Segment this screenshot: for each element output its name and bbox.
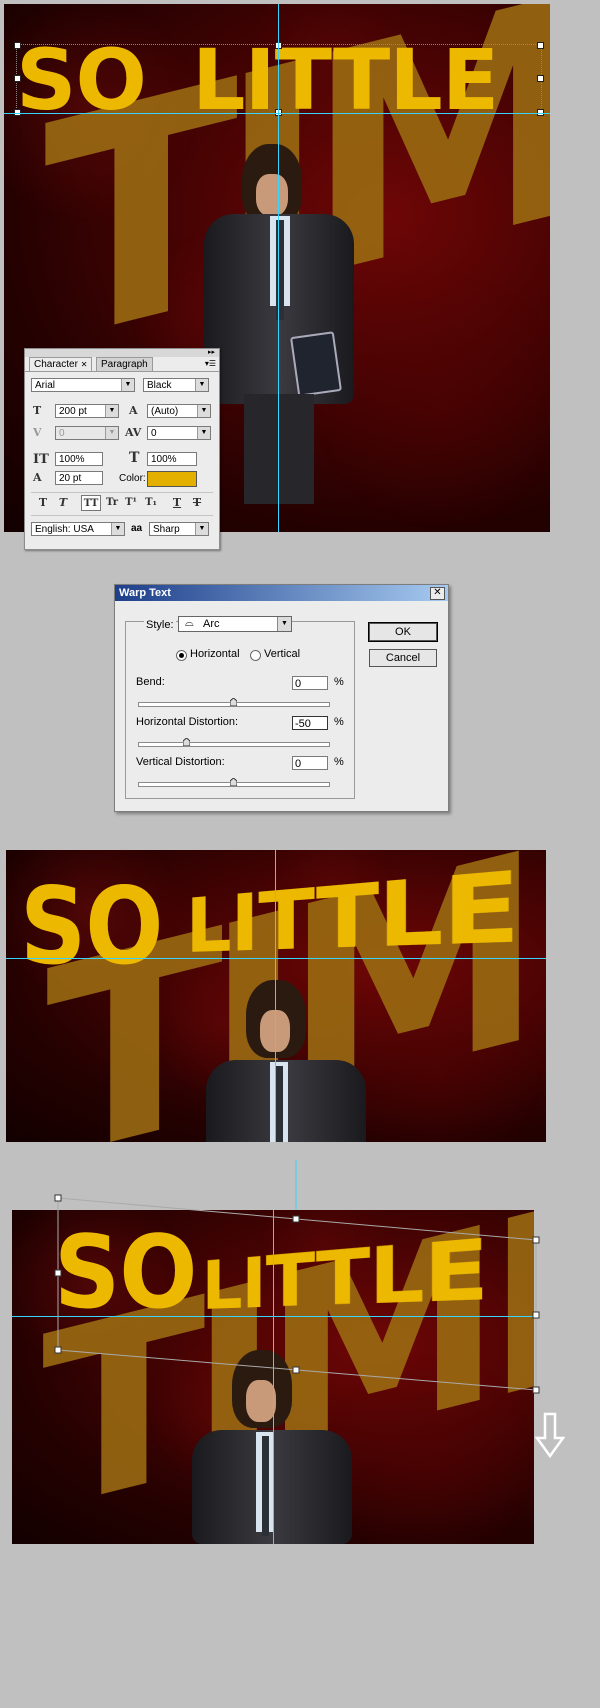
- guide-vertical[interactable]: [275, 850, 276, 1142]
- chevron-down-icon: ▼: [195, 379, 208, 391]
- cancel-button[interactable]: Cancel: [369, 649, 437, 667]
- language-select[interactable]: English: USA ▼: [31, 522, 125, 536]
- faux-bold-button[interactable]: T: [35, 495, 51, 511]
- transform-box[interactable]: [0, 1160, 600, 1420]
- color-swatch[interactable]: [147, 471, 197, 487]
- underline-button[interactable]: T: [169, 495, 185, 511]
- horizontal-label: Horizontal: [190, 648, 240, 660]
- vertical-distortion-field[interactable]: 0: [292, 756, 328, 770]
- chevron-down-icon: ▼: [105, 427, 118, 439]
- tab-character[interactable]: Character ✕: [29, 357, 93, 372]
- bend-label: Bend:: [136, 676, 165, 688]
- guide-horizontal[interactable]: [6, 958, 546, 959]
- antialias-select[interactable]: Sharp ▼: [149, 522, 209, 536]
- warp-options-group: Style: ⌓ Arc ▼ Horizontal Vertical Bend:…: [125, 616, 355, 799]
- chevron-down-icon: ▼: [197, 405, 210, 417]
- superscript-button[interactable]: T¹: [123, 495, 139, 511]
- vertical-scale-icon: IT: [33, 452, 49, 467]
- panel-collapse-icon[interactable]: ▸▸: [208, 349, 215, 357]
- warp-text-dialog: Warp Text ✕ Style: ⌓ Arc ▼ Horizontal Ve…: [114, 584, 449, 812]
- all-caps-button[interactable]: TT: [81, 495, 101, 511]
- arrow-down-cursor-icon: [535, 1412, 565, 1458]
- vertical-label: Vertical: [264, 648, 301, 660]
- leading-field[interactable]: (Auto) ▼: [147, 404, 211, 418]
- vertical-distortion-label: Vertical Distortion:: [136, 756, 225, 768]
- font-size-icon: T: [33, 404, 42, 417]
- horizontal-distortion-field[interactable]: -50: [292, 716, 328, 730]
- arc-icon: ⌓: [185, 617, 194, 629]
- horizontal-distortion-label: Horizontal Distortion:: [136, 716, 239, 728]
- tracking-icon: AV: [125, 426, 142, 439]
- ok-button[interactable]: OK: [368, 622, 438, 642]
- close-icon[interactable]: ✕: [430, 587, 445, 600]
- guide-horizontal[interactable]: [4, 113, 550, 114]
- style-select[interactable]: ⌓ Arc ▼: [178, 616, 292, 632]
- font-size-field[interactable]: 200 pt ▼: [55, 404, 119, 418]
- chevron-down-icon: ▼: [121, 379, 134, 391]
- baseline-shift-field[interactable]: 20 pt: [55, 471, 103, 485]
- horizontal-distortion-slider[interactable]: [138, 738, 330, 747]
- horizontal-scale-field[interactable]: 100%: [147, 452, 197, 466]
- font-family-select[interactable]: Arial ▼: [31, 378, 135, 392]
- antialias-icon: aa: [131, 523, 143, 534]
- headline-so: SO: [20, 865, 163, 989]
- bend-field[interactable]: 0: [292, 676, 328, 690]
- bend-slider[interactable]: [138, 698, 330, 707]
- vertical-radio[interactable]: [250, 650, 261, 661]
- dialog-title: Warp Text: [115, 585, 448, 601]
- panel-menu-icon[interactable]: ▾☰: [205, 359, 216, 368]
- man-figure: [206, 980, 376, 1142]
- leading-icon: A: [129, 404, 138, 417]
- chevron-down-icon: ▼: [111, 523, 124, 535]
- chevron-down-icon: ▼: [195, 523, 208, 535]
- chevron-down-icon: ▼: [197, 427, 210, 439]
- kerning-field[interactable]: 0 ▼: [55, 426, 119, 440]
- color-label: Color:: [119, 473, 146, 484]
- kerning-icon: V: [33, 426, 42, 439]
- canvas-2[interactable]: TIME SO LITTLE: [6, 850, 546, 1142]
- baseline-shift-icon: A: [33, 471, 42, 484]
- text-bounding-box[interactable]: [16, 44, 542, 114]
- tracking-field[interactable]: 0 ▼: [147, 426, 211, 440]
- guide-vertical[interactable]: [278, 4, 279, 532]
- chevron-down-icon: ▼: [105, 405, 118, 417]
- close-icon[interactable]: ✕: [81, 360, 88, 369]
- horizontal-radio[interactable]: [176, 650, 187, 661]
- faux-italic-button[interactable]: T: [55, 495, 71, 511]
- character-panel: ▸▸ Character ✕ Paragraph ▾☰ Arial ▼ Blac…: [24, 348, 220, 550]
- chevron-down-icon: ▼: [277, 617, 291, 631]
- style-label: Style:: [144, 619, 176, 631]
- vertical-distortion-slider[interactable]: [138, 778, 330, 787]
- small-caps-button[interactable]: Tr: [103, 495, 121, 511]
- strikethrough-button[interactable]: T: [189, 495, 205, 511]
- horizontal-scale-icon: T: [129, 450, 140, 466]
- tab-paragraph[interactable]: Paragraph: [96, 357, 153, 372]
- vertical-scale-field[interactable]: 100%: [55, 452, 103, 466]
- subscript-button[interactable]: T₁: [143, 495, 159, 511]
- font-style-select[interactable]: Black ▼: [143, 378, 209, 392]
